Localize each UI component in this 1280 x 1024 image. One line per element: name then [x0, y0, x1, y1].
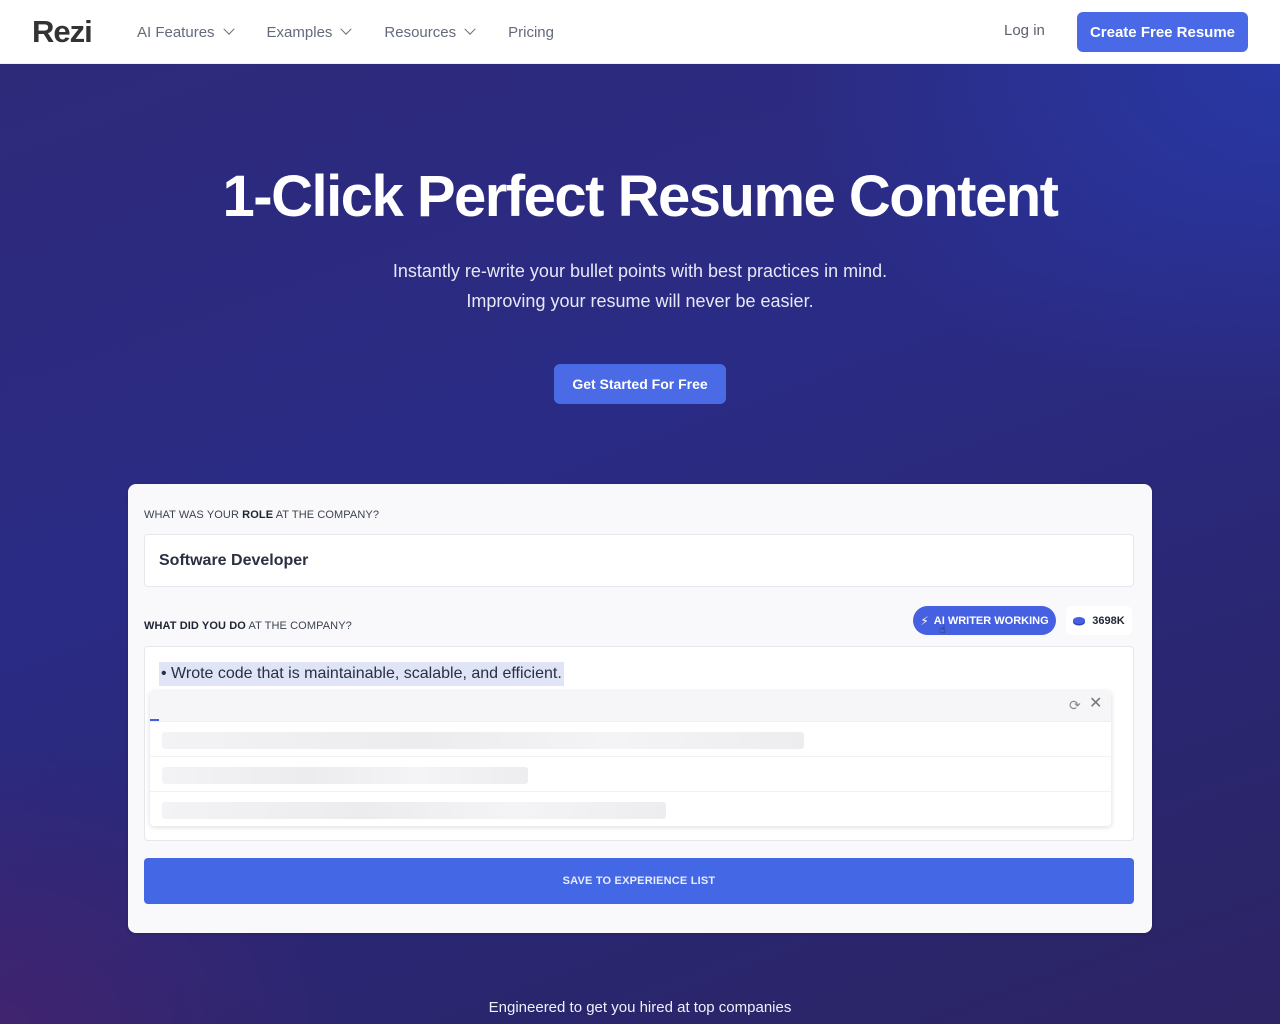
login-link[interactable]: Log in [1004, 22, 1045, 39]
refresh-icon[interactable]: ⟳ [1069, 698, 1081, 712]
duties-label: WHAT DID YOU DO AT THE COMPANY? [144, 620, 352, 632]
main-nav: AI Features Examples Resources Pricing [137, 0, 588, 64]
chevron-down-icon [222, 23, 235, 35]
create-free-resume-button[interactable]: Create Free Resume [1077, 12, 1248, 52]
nav-examples[interactable]: Examples [266, 23, 353, 41]
top-navbar: Rezi AI Features Examples Resources Pric… [0, 0, 1280, 64]
nav-label: Resources [384, 23, 457, 41]
nav-label: Pricing [508, 23, 554, 41]
rezi-logo[interactable]: Rezi [32, 14, 93, 50]
role-label-post: AT THE COMPANY? [273, 509, 380, 521]
bullet-point-text: • Wrote code that is maintainable, scala… [159, 662, 564, 686]
nav-label: AI Features [137, 23, 215, 41]
role-input-value: Software Developer [159, 551, 309, 569]
skeleton-bar [162, 802, 666, 819]
tagline: Engineered to get you hired at top compa… [488, 999, 792, 1016]
logo-text: Rezi [32, 14, 93, 49]
hand-pointer-cursor-icon: ☝︎ [939, 624, 946, 636]
save-to-experience-list-button[interactable]: SAVE TO EXPERIENCE LIST [144, 858, 1134, 904]
chevron-down-icon [464, 23, 476, 35]
loading-progress-bar [150, 719, 159, 721]
hero-title: 1-Click Perfect Resume Content [222, 164, 1059, 229]
lightning-bolt-icon: ⚡︎ [920, 613, 929, 628]
ai-status-label: AI WRITER WORKING [933, 614, 1049, 627]
credits-value: 3698K [1092, 614, 1125, 627]
hero-subtitle: Instantly re-write your bullet points wi… [0, 256, 1280, 316]
hero-section: 1-Click Perfect Resume Content Instantly… [0, 64, 1280, 1024]
duties-textarea[interactable]: • Wrote code that is maintainable, scala… [144, 646, 1134, 841]
nav-ai-features[interactable]: AI Features [137, 23, 235, 41]
credits-badge: 3698K [1066, 606, 1132, 635]
duties-label-post: AT THE COMPANY? [245, 620, 352, 632]
role-label-bold: ROLE [242, 509, 274, 521]
suggestions-header: ⟳ ✕ [150, 691, 1111, 722]
skeleton-bar [162, 732, 804, 749]
nav-label: Examples [266, 23, 333, 41]
hero-subtitle-line-2: Improving your resume will never be easi… [466, 291, 814, 311]
role-label-pre: WHAT WAS YOUR [144, 509, 243, 521]
suggestion-skeleton-row [150, 722, 1111, 757]
chevron-down-icon [340, 23, 353, 35]
skeleton-bar [162, 767, 528, 784]
ai-writer-demo-card: WHAT WAS YOUR ROLE AT THE COMPANY? Softw… [128, 484, 1152, 933]
suggestion-skeleton-row [150, 757, 1111, 792]
coin-icon [1073, 617, 1086, 624]
ai-writer-status-button[interactable]: ⚡︎ AI WRITER WORKING [913, 606, 1056, 635]
close-icon[interactable]: ✕ [1089, 696, 1102, 712]
hero-subtitle-line-1: Instantly re-write your bullet points wi… [392, 261, 888, 281]
get-started-button[interactable]: Get Started For Free [554, 364, 726, 404]
nav-pricing[interactable]: Pricing [508, 24, 554, 41]
role-input[interactable]: Software Developer [144, 534, 1134, 587]
role-label: WHAT WAS YOUR ROLE AT THE COMPANY? [144, 509, 379, 521]
suggestion-skeleton-row [150, 792, 1111, 827]
ai-suggestions-panel: ⟳ ✕ [150, 691, 1111, 826]
nav-resources[interactable]: Resources [384, 23, 476, 41]
duties-label-bold: WHAT DID YOU DO [144, 620, 246, 632]
